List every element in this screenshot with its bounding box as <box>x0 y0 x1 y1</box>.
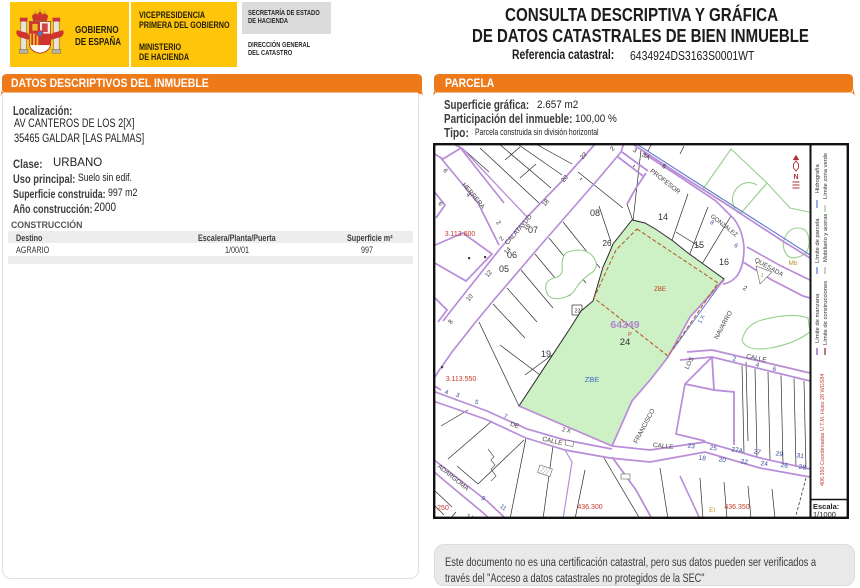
svg-text:436.300: 436.300 <box>577 504 602 511</box>
svg-text:64349: 64349 <box>610 319 639 331</box>
svg-text:P: P <box>628 332 632 338</box>
svg-text:25: 25 <box>709 445 718 453</box>
svg-text:El: El <box>709 507 715 514</box>
svg-text:14: 14 <box>658 212 668 222</box>
svg-text:26: 26 <box>780 462 789 470</box>
svg-text:19: 19 <box>541 349 551 359</box>
svg-text:Límite de manzana: Límite de manzana <box>815 293 821 343</box>
svg-text:Mobiliario y aceras: Mobiliario y aceras <box>823 214 829 262</box>
svg-text:18: 18 <box>698 455 707 463</box>
svg-text:05: 05 <box>499 264 509 274</box>
svg-text:24: 24 <box>620 337 631 348</box>
svg-text:20: 20 <box>718 456 727 464</box>
svg-text:Límite de parcela: Límite de parcela <box>815 218 821 263</box>
svg-text:N: N <box>793 174 798 181</box>
svg-text:3.113.550: 3.113.550 <box>446 376 477 383</box>
svg-text:250: 250 <box>437 505 449 512</box>
svg-text:16: 16 <box>719 257 729 267</box>
svg-text:27: 27 <box>753 448 762 456</box>
svg-text:23: 23 <box>574 309 580 315</box>
svg-text:23: 23 <box>687 443 696 451</box>
svg-text:08: 08 <box>590 208 600 218</box>
svg-text:26: 26 <box>603 239 612 248</box>
svg-text:ZBE: ZBE <box>654 287 666 293</box>
svg-text:29: 29 <box>775 450 784 458</box>
svg-text:22: 22 <box>740 458 749 466</box>
svg-text:3.113.600: 3.113.600 <box>445 231 476 238</box>
svg-text:24: 24 <box>760 460 769 468</box>
svg-text:15: 15 <box>694 240 704 250</box>
svg-text:436.350: 436.350 <box>724 504 749 511</box>
svg-text:Hidrografía: Hidrografía <box>815 164 821 193</box>
svg-text:406.350 Coordenadas U.T.M. Hus: 406.350 Coordenadas U.T.M. Huso 28 WGS84 <box>820 374 826 486</box>
svg-text:Límite zona verde: Límite zona verde <box>823 153 829 199</box>
svg-text:Límite de construcciones: Límite de construcciones <box>823 281 829 345</box>
svg-text:31: 31 <box>796 452 805 460</box>
svg-text:ZBE: ZBE <box>585 375 600 384</box>
svg-text:Mb: Mb <box>788 260 797 267</box>
svg-text:28: 28 <box>798 464 807 472</box>
